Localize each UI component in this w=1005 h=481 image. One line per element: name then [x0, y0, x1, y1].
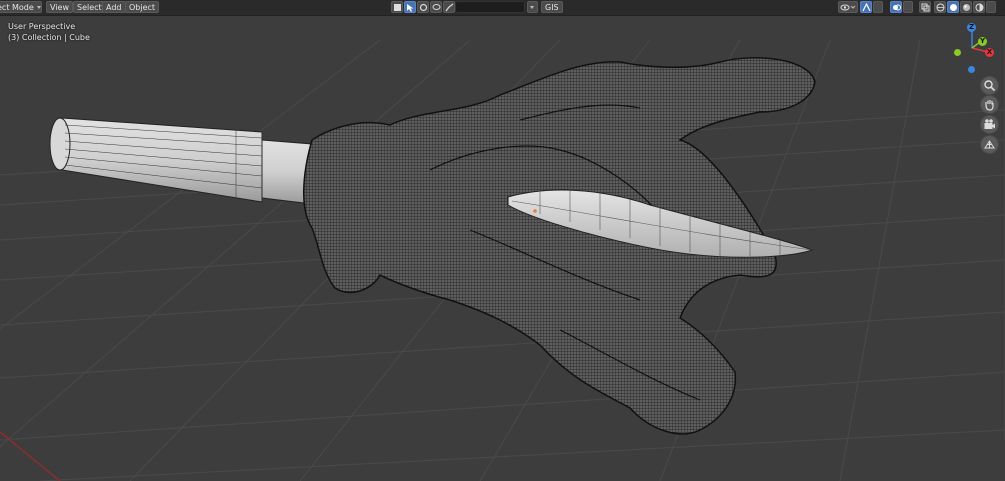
view-menu[interactable]: View: [46, 1, 73, 13]
cursor-icon: [407, 4, 414, 12]
viewport-scene: [0, 39, 1005, 481]
gizmo-neg-y[interactable]: [954, 49, 961, 56]
select-mode-button[interactable]: [404, 1, 416, 13]
gizmo-y-axis[interactable]: Y: [978, 37, 987, 46]
brush-icon: [419, 3, 428, 12]
gizmo-dropdown-button[interactable]: [873, 1, 883, 13]
select-box-icon: [394, 4, 401, 11]
ortho-toggle-button[interactable]: [981, 136, 998, 153]
shading-rendered-button[interactable]: [973, 1, 985, 13]
camera-view-button[interactable]: [981, 116, 998, 133]
chevron-down-icon: [36, 6, 41, 9]
mode-selector[interactable]: ect Mode: [0, 1, 42, 13]
hand-pan-icon: [985, 100, 994, 111]
search-input[interactable]: [455, 1, 525, 13]
add-menu[interactable]: Add: [102, 1, 126, 13]
shading-dropdown-button[interactable]: [986, 1, 996, 13]
overlays-dropdown-button[interactable]: [903, 1, 913, 13]
chevron-down-icon: [530, 6, 534, 9]
blender-app: User Perspective (3) Collection | Cube Z…: [0, 0, 1005, 481]
xray-icon: [921, 3, 930, 12]
gizmo-z-axis[interactable]: Z: [967, 23, 976, 32]
mode-label: ect Mode: [0, 3, 34, 12]
tweak-tool-button[interactable]: [443, 1, 455, 13]
grid-icon: [984, 140, 995, 149]
navigation-gizmo[interactable]: Z Y X: [948, 22, 1004, 74]
shading-solid-button[interactable]: [947, 1, 959, 13]
select-menu[interactable]: Select: [73, 1, 106, 13]
gis-menu[interactable]: GIS: [541, 1, 563, 13]
solid-sphere-icon: [950, 4, 957, 11]
pan-button[interactable]: [981, 96, 998, 113]
search-dropdown-button[interactable]: [527, 1, 538, 13]
eye-icon: [840, 4, 856, 11]
lasso-tool-button[interactable]: [430, 1, 442, 13]
shading-wireframe-button[interactable]: [934, 1, 946, 13]
camera-icon: [984, 119, 995, 129]
material-sphere-icon: [963, 4, 970, 11]
zoom-icon: [984, 80, 996, 92]
gizmo-neg-z[interactable]: [968, 66, 975, 73]
gizmo-x-axis[interactable]: X: [985, 48, 994, 57]
gizmo-icon: [862, 3, 871, 12]
3d-viewport[interactable]: User Perspective (3) Collection | Cube Z…: [0, 0, 1005, 481]
gizmo-axes-lines: [971, 28, 989, 53]
x-axis-line: [0, 431, 61, 481]
shading-material-button[interactable]: [960, 1, 972, 13]
view-perspective-label: User Perspective: [8, 22, 76, 31]
viewport-header: ect Mode View Select Add Object GIS: [0, 0, 1005, 16]
xray-toggle-button[interactable]: [919, 1, 931, 13]
rendered-sphere-icon: [975, 3, 984, 12]
overlays-toggle-button[interactable]: [890, 1, 902, 13]
gizmo-toggle-button[interactable]: [860, 1, 872, 13]
brush-tool-button[interactable]: [417, 1, 429, 13]
visibility-button[interactable]: [838, 1, 858, 13]
lasso-icon: [432, 4, 441, 10]
tweak-icon: [445, 3, 454, 12]
overlay-icon: [893, 4, 901, 11]
zoom-button[interactable]: [981, 77, 998, 94]
select-box-button[interactable]: [391, 1, 403, 13]
active-collection-label: (3) Collection | Cube: [8, 33, 90, 42]
wireframe-sphere-icon: [936, 3, 945, 12]
object-menu[interactable]: Object: [125, 1, 160, 13]
